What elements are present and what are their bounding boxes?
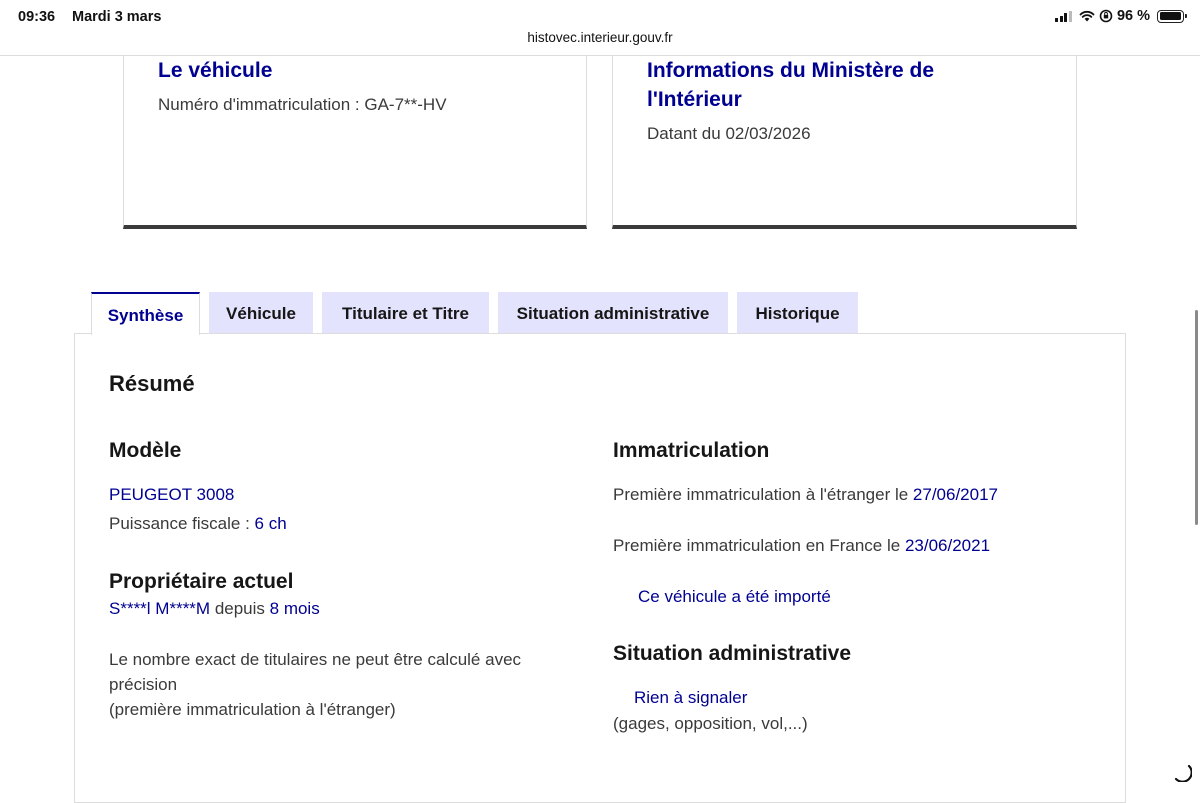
owner-heading: Propriétaire actuel	[109, 570, 294, 593]
owner-note-line1: Le nombre exact de titulaires ne peut êt…	[109, 650, 522, 669]
summary-heading: Résumé	[109, 371, 195, 396]
synthese-panel: Résumé Modèle PEUGEOT 3008 Puissance fis…	[74, 333, 1126, 803]
ministry-date-text: Datant du 02/03/2026	[647, 124, 811, 143]
admin-heading: Situation administrative	[613, 642, 852, 665]
loading-spinner-icon	[1174, 764, 1192, 782]
url-text: histovec.interieur.gouv.fr	[527, 30, 673, 45]
scrollbar[interactable]	[1195, 310, 1198, 525]
ministry-card-title-line2: l'Intérieur	[647, 88, 742, 111]
france-registration-label: Première immatriculation en France le	[613, 536, 905, 555]
plate-number-text: Numéro d'immatriculation : GA-7**-HV	[158, 95, 447, 114]
admin-status: Rien à signaler	[634, 688, 748, 707]
status-bar: 09:36 Mardi 3 mars 96 %	[0, 0, 1200, 34]
tab-situation-administrative[interactable]: Situation administrative	[498, 292, 728, 334]
model-name: PEUGEOT 3008	[109, 485, 235, 504]
tab-bar: Synthèse Véhicule Titulaire et Titre Sit…	[91, 292, 867, 335]
owner-name: S****l M****M	[109, 599, 211, 618]
battery-percentage: 96 %	[1116, 8, 1150, 24]
vehicle-card: Le véhicule Numéro d'immatriculation : G…	[123, 56, 587, 229]
admin-detail: (gages, opposition, vol,...)	[613, 714, 808, 733]
tab-synthese[interactable]: Synthèse	[91, 292, 200, 335]
imported-notice: Ce véhicule a été importé	[638, 587, 831, 606]
france-registration-date: 23/06/2021	[904, 536, 991, 555]
owner-since-label: depuis	[210, 599, 270, 618]
owner-note-line2: précision	[109, 675, 178, 694]
owner-since-value: 8 mois	[269, 599, 320, 618]
foreign-registration-label: Première immatriculation à l'étranger le	[613, 485, 913, 504]
status-time: 09:36	[18, 9, 56, 25]
wifi-icon	[1079, 10, 1095, 22]
tab-vehicule[interactable]: Véhicule	[209, 292, 313, 334]
foreign-registration-date: 27/06/2017	[912, 485, 999, 504]
tab-titulaire-et-titre[interactable]: Titulaire et Titre	[322, 292, 489, 334]
foreign-registration: Première immatriculation à l'étranger le…	[613, 485, 998, 505]
model-heading: Modèle	[109, 439, 182, 462]
owner-info: S****l M****M depuis 8 mois	[109, 599, 320, 619]
fiscal-power-value: 6 ch	[254, 514, 287, 533]
ministry-card-title-line1: Informations du Ministère de	[647, 59, 935, 82]
vehicle-card-title: Le véhicule	[158, 59, 273, 82]
cellular-signal-icon	[1055, 10, 1072, 22]
france-registration: Première immatriculation en France le 23…	[613, 536, 990, 556]
fiscal-power: Puissance fiscale : 6 ch	[109, 514, 287, 534]
owner-note-line3: (première immatriculation à l'étranger)	[109, 700, 396, 719]
orientation-lock-icon	[1099, 9, 1113, 23]
tab-historique[interactable]: Historique	[737, 292, 858, 334]
battery-icon	[1157, 9, 1187, 23]
status-indicators: 96 %	[1055, 8, 1187, 24]
fiscal-power-label: Puissance fiscale :	[109, 514, 255, 533]
status-date: Mardi 3 mars	[72, 9, 162, 25]
registration-heading: Immatriculation	[613, 439, 770, 462]
ministry-card: Informations du Ministère de l'Intérieur…	[612, 56, 1077, 229]
url-bar[interactable]: histovec.interieur.gouv.fr	[0, 30, 1200, 45]
